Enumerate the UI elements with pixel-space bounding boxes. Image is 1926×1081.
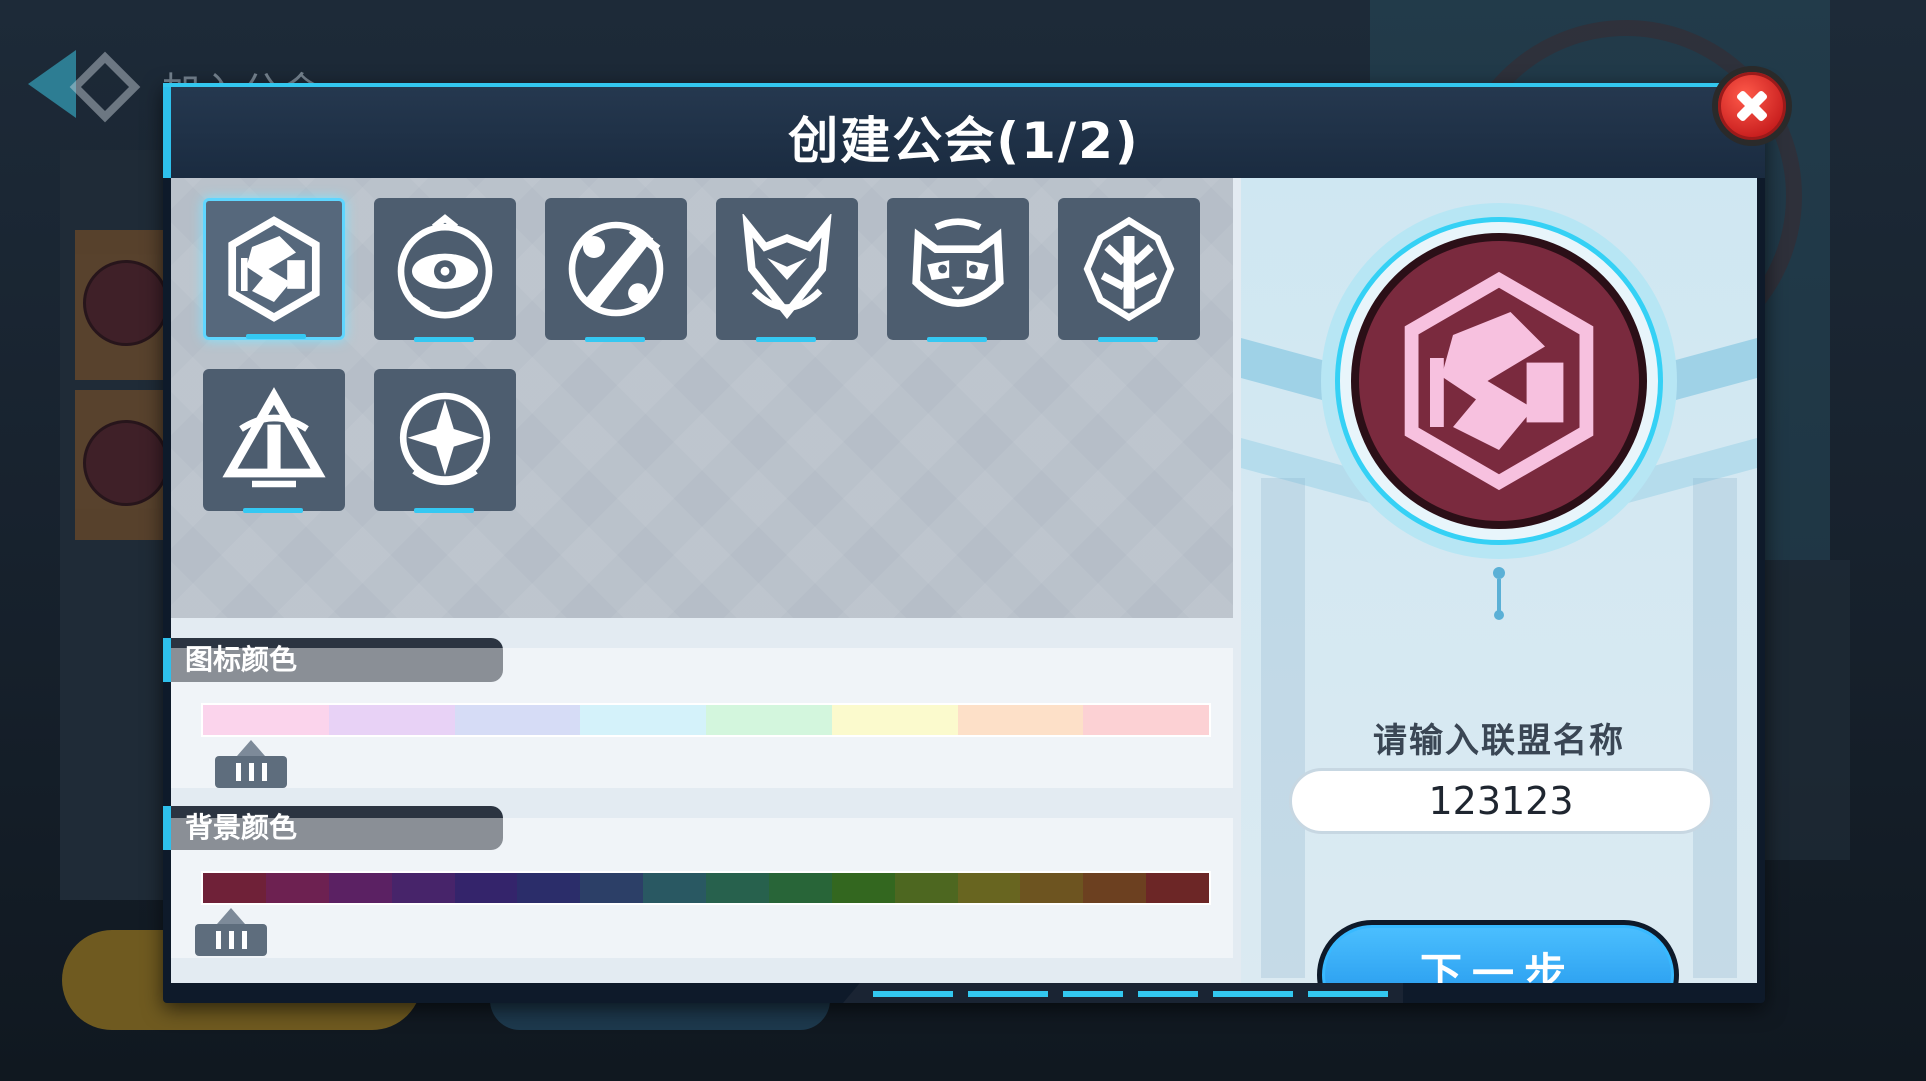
emblem-option-sword-crest[interactable] bbox=[545, 198, 687, 342]
bg-color-swatch[interactable] bbox=[328, 873, 392, 903]
bg-color-swatch[interactable] bbox=[894, 873, 958, 903]
guild-emblem-preview bbox=[1321, 203, 1677, 559]
dialog-header: 创建公会(1/2) bbox=[163, 83, 1765, 178]
icon-color-palette[interactable] bbox=[201, 703, 1211, 737]
eye-crest-icon bbox=[397, 214, 493, 319]
sword-crest-icon bbox=[568, 221, 664, 317]
bg-color-swatch[interactable] bbox=[391, 873, 455, 903]
bg-color-swatch[interactable] bbox=[454, 873, 518, 903]
bg-color-swatch[interactable] bbox=[1146, 873, 1209, 903]
background-guild-card bbox=[75, 390, 170, 540]
emblem-option-tech-crest[interactable] bbox=[203, 198, 345, 340]
guild-preview-panel: 请输入联盟名称 123123 下一步 bbox=[1241, 178, 1757, 983]
bg-color-swatch[interactable] bbox=[265, 873, 329, 903]
bg-color-swatch[interactable] bbox=[706, 873, 769, 903]
emblem-option-raccoon[interactable] bbox=[887, 198, 1029, 342]
create-guild-dialog: 创建公会(1/2) 图标颜色 背景颜色 请输入联盟名称 123123 下一步 bbox=[163, 83, 1765, 1003]
dialog-title: 创建公会(1/2) bbox=[788, 112, 1140, 170]
bg-color-slider-handle[interactable] bbox=[195, 908, 267, 956]
close-dialog-button[interactable] bbox=[1712, 66, 1792, 146]
horned-shield-icon bbox=[742, 214, 832, 320]
preview-disc bbox=[1351, 233, 1647, 529]
icon-color-slider-handle[interactable] bbox=[215, 740, 287, 788]
star-crest-icon bbox=[399, 392, 491, 485]
bg-color-swatch[interactable] bbox=[643, 873, 706, 903]
icon-color-swatch[interactable] bbox=[1083, 705, 1209, 735]
bg-color-swatch[interactable] bbox=[1083, 873, 1147, 903]
background-guild-card bbox=[75, 230, 170, 380]
bg-color-swatch[interactable] bbox=[768, 873, 832, 903]
emblem-option-scales-crest[interactable] bbox=[203, 369, 345, 513]
icon-color-swatch[interactable] bbox=[454, 705, 581, 735]
bg-color-swatch[interactable] bbox=[517, 873, 581, 903]
bg-color-swatch[interactable] bbox=[957, 873, 1021, 903]
guild-name-label: 请输入联盟名称 bbox=[1373, 721, 1625, 761]
tree-crest-icon bbox=[1083, 216, 1175, 322]
bg-color-swatch[interactable] bbox=[831, 873, 895, 903]
icon-color-swatch[interactable] bbox=[203, 705, 329, 735]
icon-color-swatch[interactable] bbox=[328, 705, 455, 735]
emblem-option-star-crest[interactable] bbox=[374, 369, 516, 513]
raccoon-icon bbox=[912, 218, 1004, 307]
bottom-rail-decoration bbox=[843, 983, 1403, 1003]
emblem-option-eye-crest[interactable] bbox=[374, 198, 516, 342]
bg-color-palette[interactable] bbox=[201, 871, 1211, 905]
back-arrow-icon[interactable] bbox=[28, 50, 76, 118]
emblem-option-tree-crest[interactable] bbox=[1058, 198, 1200, 342]
scales-crest-icon bbox=[222, 387, 326, 488]
icon-color-swatch[interactable] bbox=[706, 705, 832, 735]
emblem-option-horned-shield[interactable] bbox=[716, 198, 858, 342]
guild-name-input[interactable]: 123123 bbox=[1289, 768, 1713, 834]
preview-ornament-icon bbox=[1493, 567, 1505, 620]
emblem-config-panel: 图标颜色 背景颜色 bbox=[163, 178, 1241, 983]
bg-color-swatch[interactable] bbox=[1020, 873, 1084, 903]
emblem-grid bbox=[171, 178, 1233, 618]
icon-color-swatch[interactable] bbox=[831, 705, 958, 735]
icon-color-swatch[interactable] bbox=[580, 705, 706, 735]
tech-crest-icon bbox=[228, 216, 320, 322]
bg-color-swatch[interactable] bbox=[580, 873, 644, 903]
bg-color-swatch[interactable] bbox=[203, 873, 266, 903]
icon-color-swatch[interactable] bbox=[957, 705, 1084, 735]
next-step-button[interactable]: 下一步 bbox=[1317, 920, 1679, 983]
tech-crest-icon bbox=[1404, 271, 1594, 491]
